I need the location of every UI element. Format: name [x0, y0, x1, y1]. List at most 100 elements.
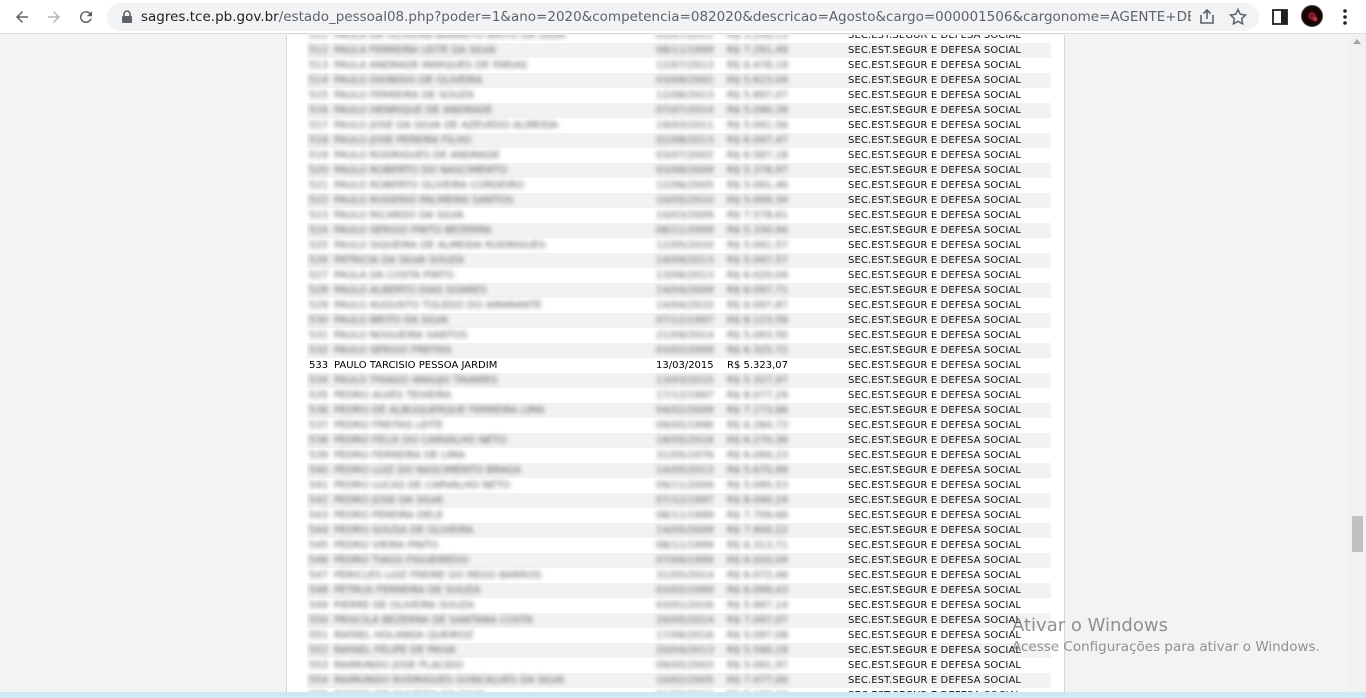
admission-date: 12/08/2013: [656, 90, 714, 101]
table-row: 512 PAULA FERREIRA LEITE DA SILVA 08/11/19…: [307, 43, 1051, 58]
admission-date: 07/09/1999: [656, 555, 714, 566]
admission-date: 13/03/2015: [656, 375, 714, 386]
organization: SEC.EST.SEGUR E DEFESA SOCIAL: [848, 105, 1022, 116]
report-page: 511 PAOLA DE OLIVEIRA BARRETO BRITO DA SI…: [286, 35, 1065, 698]
admission-date: 08/11/1999: [656, 510, 714, 521]
employee-name: PATRICIA DA SILVA SOUZA: [334, 255, 464, 266]
employee-name: PAULO SERGIO PINTO BEZERRA: [334, 225, 492, 236]
table-row: 553 RAIMUNDO JOSE PLACIDO 09/05/2003 R$ 5.0…: [307, 658, 1051, 673]
row-number: 528: [309, 285, 329, 296]
profile-avatar[interactable]: [1301, 5, 1323, 27]
kebab-menu-icon[interactable]: [1336, 7, 1354, 27]
salary-value: R$ 7.291,49: [727, 45, 789, 56]
row-number: 534: [309, 375, 329, 386]
back-button[interactable]: [10, 5, 34, 29]
admission-date: 02/08/2013: [656, 135, 714, 146]
table-row: 539 PEDRO FERREIRA DE LIMA 31/05/1976 R$ 6.…: [307, 448, 1051, 463]
employee-name: PEDRO LUCAS DE CARVALHO NETO: [334, 480, 511, 491]
employee-name: PEDRO FELIX DO CARVALHO NETO: [334, 435, 507, 446]
employee-name: PEDRO ALVES TEIXEIRA: [334, 390, 451, 401]
salary-value: R$ 8.090,24: [727, 495, 789, 506]
table-row: 530 PAULO BRITO DA SILVA 07/12/1997 R$ 8.12…: [307, 313, 1051, 328]
vertical-scrollbar[interactable]: [1349, 35, 1366, 698]
employee-name: PAULO ROBERTO OLIVEIRA CORDEIRO: [334, 180, 524, 191]
admission-date: 13/06/2013: [656, 270, 714, 281]
table-row: 515 PAULO FERREIRA DE SOUZA 12/08/2013 R$ 5…: [307, 88, 1051, 103]
row-number: 554: [309, 675, 329, 686]
employee-name: PAULO SIQUEIRA DE ALMEIDA RODRIGUES: [334, 240, 546, 251]
salary-value: R$ 6.097,47: [727, 135, 789, 146]
admission-date: 10/03/2009: [656, 210, 714, 221]
scrollbar-thumb[interactable]: [1352, 516, 1363, 552]
admission-date: 17/12/1997: [656, 390, 714, 401]
admission-date: 10/05/2010: [656, 195, 714, 206]
salary-value: R$ 6.020,04: [727, 270, 789, 281]
row-number: 513: [309, 60, 329, 71]
row-number: 524: [309, 225, 329, 236]
url-text[interactable]: sagres.tce.pb.gov.br/estado_pessoal08.ph…: [141, 9, 1191, 25]
row-number: 535: [309, 390, 329, 401]
employee-name: PEDRO PEREIRA DELE: [334, 510, 444, 521]
salary-value: R$ 5.323,07: [727, 360, 789, 371]
reload-button[interactable]: [74, 5, 98, 29]
salary-value: R$ 7.097,07: [727, 615, 789, 626]
forward-button[interactable]: [42, 5, 66, 29]
organization: SEC.EST.SEGUR E DEFESA SOCIAL: [848, 375, 1022, 386]
salary-value: R$ 6.587,18: [727, 150, 789, 161]
share-icon[interactable]: [1197, 7, 1217, 27]
employee-name: RAFAEL HOLANDA QUEIROZ: [334, 630, 474, 641]
organization: SEC.EST.SEGUR E DEFESA SOCIAL: [848, 525, 1022, 536]
row-number: 550: [309, 615, 329, 626]
admission-date: 14/05/2013: [656, 465, 714, 476]
row-number: 551: [309, 630, 329, 641]
address-bar[interactable]: sagres.tce.pb.gov.br/estado_pessoal08.ph…: [107, 3, 1259, 31]
employee-name: PAULO SERGIO FREITAS: [334, 345, 452, 356]
row-number: 543: [309, 510, 329, 521]
row-number: 522: [309, 195, 329, 206]
admission-date: 09/11/2009: [656, 480, 714, 491]
organization: SEC.EST.SEGUR E DEFESA SOCIAL: [848, 180, 1022, 191]
table-row: 540 PEDRO LUIZ DO NASCIMENTO BRAGA 14/05/2…: [307, 463, 1051, 478]
row-number: 549: [309, 600, 329, 611]
salary-value: R$ 5.330,94: [727, 225, 789, 236]
watermark-title: Ativar o Windows: [1012, 615, 1168, 636]
salary-value: R$ 6.094,23: [727, 450, 789, 461]
employee-name: PAULO ROBERTO DO NASCIMENTO: [334, 165, 507, 176]
salary-value: R$ 7.578,61: [727, 210, 789, 221]
table-row: 513 PAULA ANDRADE MARQUES DE FARIAS 12/07/…: [307, 58, 1051, 73]
salary-value: R$ 7.709,66: [727, 510, 789, 521]
employee-name: PEDRO SOUSA DE OLIVEIRA: [334, 525, 474, 536]
employee-name: PRISCILA BEZERRA DE SANTANA COSTA: [334, 615, 533, 626]
table-row: 519 PAULO RODRIGUES DE ANDRADE 03/07/2002 R…: [307, 148, 1051, 163]
salary-value: R$ 5.897,07: [727, 90, 789, 101]
row-number: 521: [309, 180, 329, 191]
organization: SEC.EST.SEGUR E DEFESA SOCIAL: [848, 345, 1022, 356]
employee-name: PAULA ANDRADE MARQUES DE FARIAS: [334, 60, 528, 71]
salary-value: R$ 5.099,34: [727, 195, 789, 206]
browser-toolbar: sagres.tce.pb.gov.br/estado_pessoal08.ph…: [0, 0, 1366, 34]
row-number: 526: [309, 255, 329, 266]
avatar-image-icon: [1302, 6, 1322, 26]
organization: SEC.EST.SEGUR E DEFESA SOCIAL: [848, 600, 1022, 611]
organization: SEC.EST.SEGUR E DEFESA SOCIAL: [848, 60, 1022, 71]
row-number: 537: [309, 420, 329, 431]
table-row: 544 PEDRO SOUSA DE OLIVEIRA 14/05/2009 R$ 7…: [307, 523, 1051, 538]
row-number: 532: [309, 345, 329, 356]
row-number: 518: [309, 135, 329, 146]
organization: SEC.EST.SEGUR E DEFESA SOCIAL: [848, 465, 1022, 476]
side-panel-icon[interactable]: [1270, 7, 1290, 27]
employee-name: PAULO NOGUEIRA SANTOS: [334, 330, 468, 341]
watermark-subtitle: Acesse Configurações para ativar o Windo…: [1012, 639, 1320, 655]
table-row: 529 PAULO AUGUSTO TOLEDO DO AMARANTE 14/04…: [307, 298, 1051, 313]
table-row: 528 PAULO ALBERTO DIAS SOARES 14/04/2009 R$…: [307, 283, 1051, 298]
salary-value: R$ 7.077,00: [727, 675, 789, 686]
star-icon[interactable]: [1228, 7, 1248, 27]
scroll-up-arrow-icon[interactable]: [1353, 39, 1361, 44]
admission-date: 03/07/2002: [656, 150, 714, 161]
organization: SEC.EST.SEGUR E DEFESA SOCIAL: [848, 150, 1022, 161]
employee-name: PIERRE DE OLIVEIRA SOUZA: [334, 600, 475, 611]
salary-value: R$ 6.313,71: [727, 540, 789, 551]
employee-name: PEDRO FREITAS LEITE: [334, 420, 443, 431]
table-row: 552 RAFAEL FELIPE DE PAIVA 20/04/2013 R$ 5.…: [307, 643, 1051, 658]
table-row: 538 PEDRO FELIX DO CARVALHO NETO 18/05/201…: [307, 433, 1051, 448]
